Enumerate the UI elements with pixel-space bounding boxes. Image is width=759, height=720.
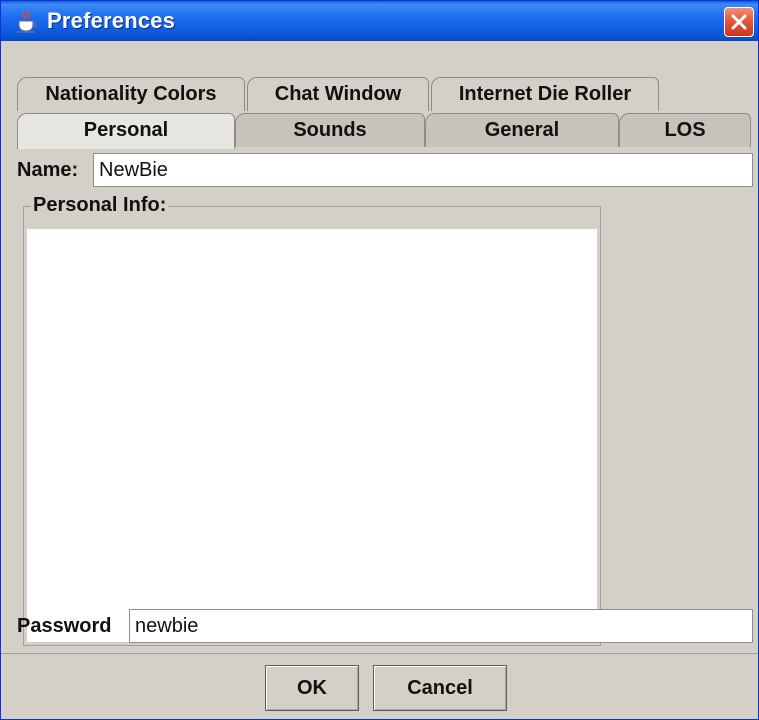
password-label: Password [17, 615, 112, 637]
tab-nationality-colors[interactable]: Nationality Colors [17, 77, 245, 111]
preferences-dialog: Preferences Nationality Colors Chat Wind… [0, 0, 759, 720]
name-label: Name: [17, 159, 79, 181]
tab-internet-die-roller[interactable]: Internet Die Roller [431, 77, 659, 111]
personal-info-textarea[interactable] [27, 229, 597, 642]
dialog-content: Nationality Colors Chat Window Internet … [1, 41, 758, 719]
tab-chat-window[interactable]: Chat Window [247, 77, 429, 111]
name-input[interactable] [93, 153, 753, 187]
tab-los[interactable]: LOS [619, 113, 751, 147]
tab-general[interactable]: General [425, 113, 619, 147]
tab-sounds[interactable]: Sounds [235, 113, 425, 147]
tab-personal[interactable]: Personal [17, 113, 235, 149]
window-title: Preferences [47, 8, 176, 33]
cancel-button[interactable]: Cancel [373, 665, 507, 711]
personal-info-title: Personal Info: [31, 194, 169, 217]
title-bar[interactable]: Preferences [1, 1, 758, 41]
ok-button[interactable]: OK [265, 665, 359, 711]
password-input[interactable] [129, 609, 753, 643]
close-x-icon [731, 14, 747, 30]
button-area-divider [1, 653, 758, 654]
java-coffee-cup-icon [15, 10, 39, 34]
close-button[interactable] [724, 7, 754, 37]
